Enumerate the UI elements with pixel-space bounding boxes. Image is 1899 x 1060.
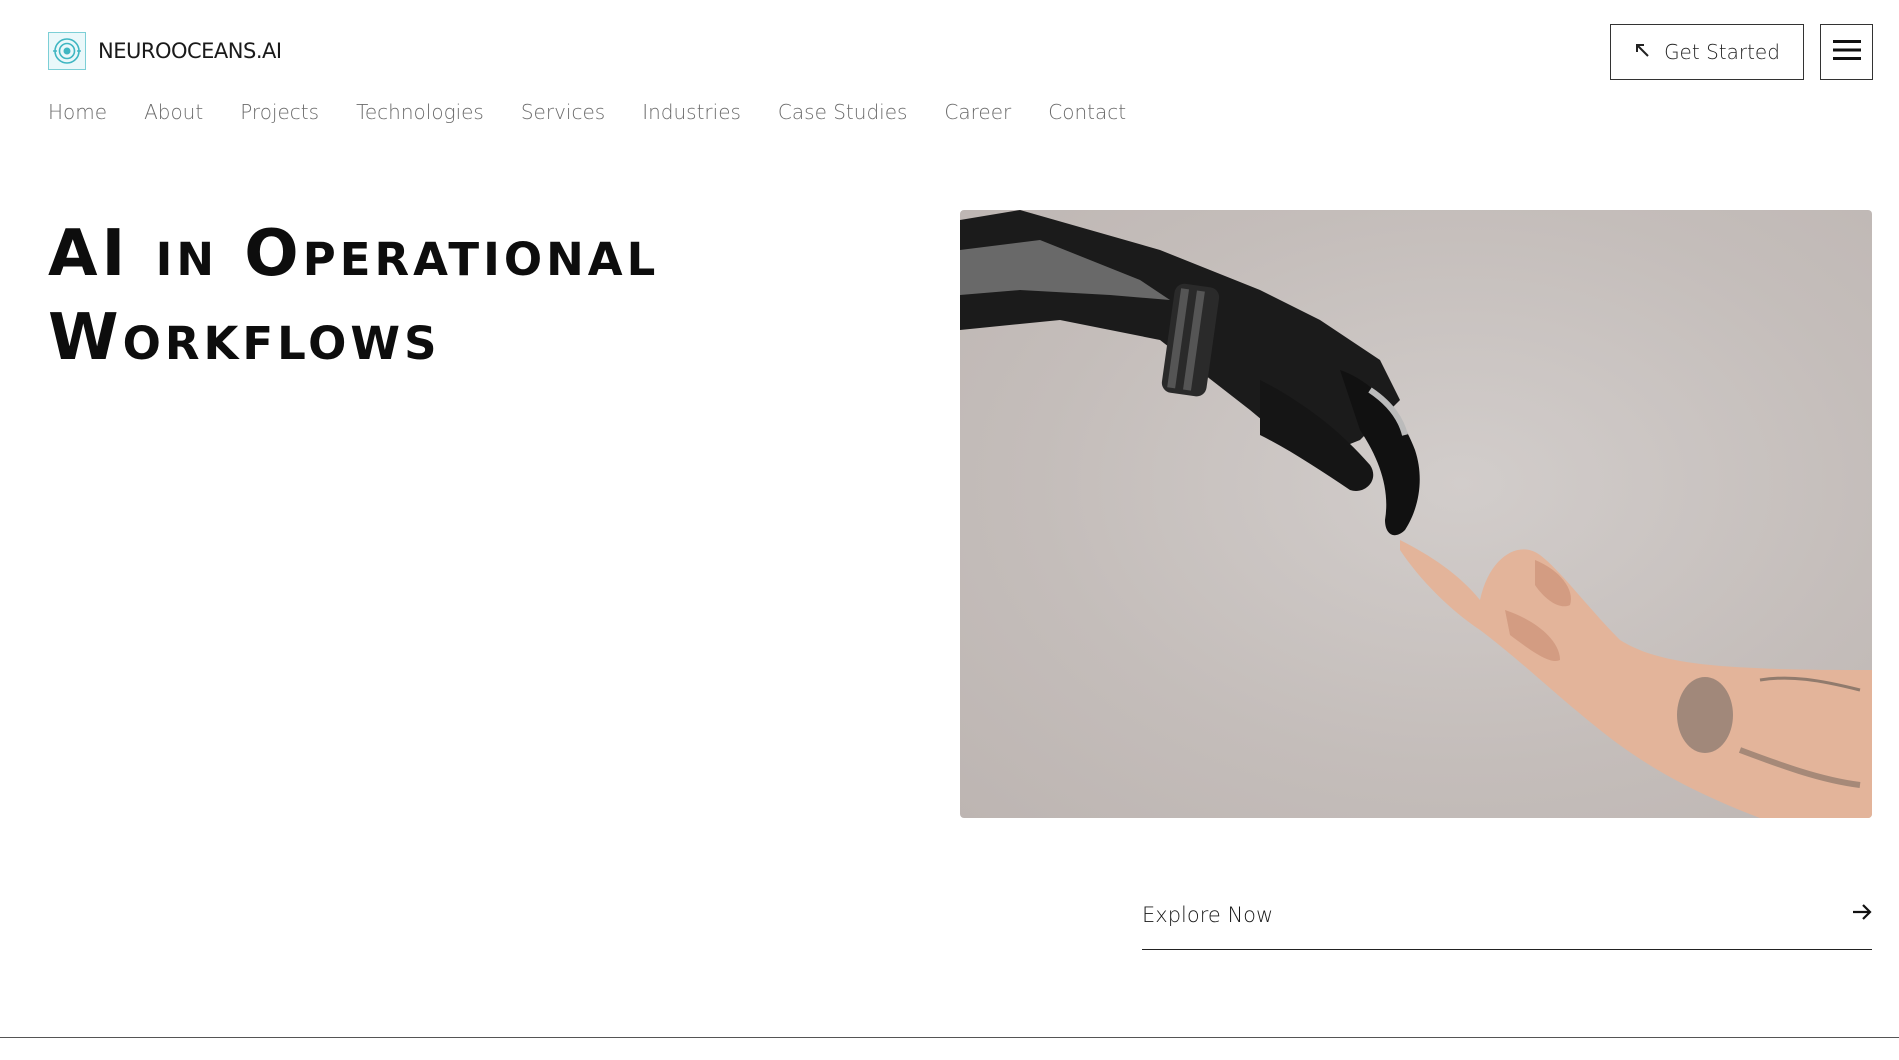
hero-title-line-2: Workflows	[48, 301, 441, 375]
nav-item-contact[interactable]: Contact	[1048, 100, 1126, 124]
nav-item-case-studies[interactable]: Case Studies	[778, 100, 908, 124]
neural-eye-logo-icon	[48, 32, 86, 70]
explore-now-link[interactable]: Explore Now	[1142, 880, 1872, 950]
menu-button[interactable]	[1820, 24, 1873, 80]
nav-item-industries[interactable]: Industries	[642, 100, 741, 124]
robot-human-hand-image	[960, 210, 1872, 818]
arrow-up-left-icon	[1634, 42, 1650, 63]
explore-now-label: Explore Now	[1142, 902, 1274, 927]
page-divider	[0, 1037, 1899, 1038]
nav-item-services[interactable]: Services	[521, 100, 605, 124]
main-nav: Home About Projects Technologies Service…	[48, 100, 1163, 124]
hamburger-menu-icon	[1832, 39, 1861, 66]
nav-item-career[interactable]: Career	[944, 100, 1011, 124]
nav-item-about[interactable]: About	[144, 100, 203, 124]
page: NEUROOCEANS.AI Home About Projects Techn…	[0, 0, 1899, 1060]
nav-item-projects[interactable]: Projects	[240, 100, 319, 124]
arrow-right-icon	[1852, 903, 1872, 926]
brand-name: NEUROOCEANS.AI	[98, 39, 282, 63]
hero-title: AI in Operational Workflows	[48, 212, 908, 380]
get-started-label: Get Started	[1664, 40, 1780, 64]
hero-title-line-1: AI in Operational	[48, 217, 660, 291]
nav-item-technologies[interactable]: Technologies	[356, 100, 484, 124]
get-started-button[interactable]: Get Started	[1610, 24, 1804, 80]
nav-item-home[interactable]: Home	[48, 100, 107, 124]
brand-logo[interactable]: NEUROOCEANS.AI	[48, 32, 282, 70]
